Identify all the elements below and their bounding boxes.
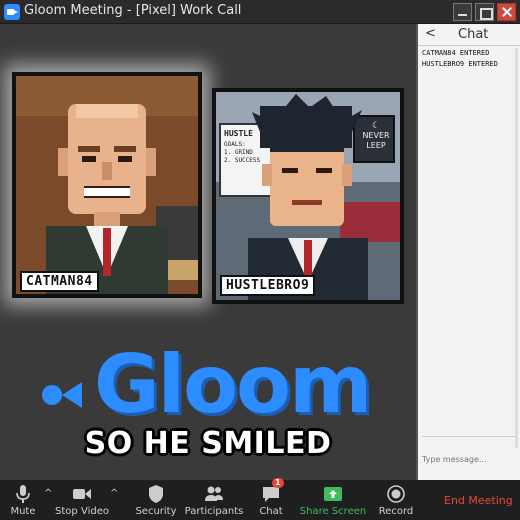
chat-message-input[interactable] [422,436,516,476]
chat-message: CATMAN84 ENTERED [422,49,490,57]
whiteboard-heading: HUSTLE [224,129,253,138]
video-camera-icon [73,489,91,499]
meeting-toolbar: Mute ^ Stop Video ^ Security Participant… [0,478,520,520]
participants-label: Participants [184,506,244,517]
record-button[interactable]: Record [376,480,416,520]
gloom-app-icon [4,4,20,20]
record-label: Record [378,506,414,517]
chat-unread-badge: 1 [272,478,284,488]
chat-panel: < Chat CATMAN84 ENTERED HUSTLEBRO9 ENTER… [416,24,520,480]
close-button[interactable] [497,3,516,21]
participant-name-tag: CATMAN84 [20,271,99,292]
video-area: CATMAN84 HUSTLE GOALS: 1. GRIND 2. SUCCE… [0,24,416,480]
chat-header: < Chat [418,24,520,46]
chat-button[interactable]: 1 Chat [256,478,286,520]
security-label: Security [135,506,177,517]
gloom-logo: Gloom [40,340,380,436]
security-button[interactable]: Security [134,480,178,520]
whiteboard-goals-label: GOALS: [224,141,246,148]
people-icon [205,486,223,501]
chat-message: HUSTLEBRO9 ENTERED [422,60,498,68]
record-icon [387,485,405,503]
microphone-icon [16,485,30,503]
meme-caption: SO HE SMILED [84,426,332,461]
participant-name-tag: HUSTLEBRO9 [220,275,316,296]
chat-message-list: CATMAN84 ENTERED HUSTLEBRO9 ENTERED [422,48,516,70]
bald-man-pixel-avatar [16,76,198,294]
whiteboard-goal-2: 2. SUCCESS [224,157,261,164]
title-bar: Gloom Meeting - [Pixel] Work Call [0,0,520,24]
poster-line-2: LEEP [366,141,386,150]
chat-scrollbar[interactable] [515,48,518,448]
stop-video-label: Stop Video [55,506,109,517]
share-screen-icon [324,487,342,501]
chat-title: Chat [458,27,489,42]
moon-icon: ☾ [371,121,381,131]
chevron-up-icon[interactable]: ^ [44,488,52,499]
window-title: Gloom Meeting - [Pixel] Work Call [24,3,242,18]
minimize-button[interactable] [453,3,472,21]
motivational-poster: ☾ NEVER LEEP [358,122,394,151]
share-screen-button[interactable]: Share Screen [300,480,366,520]
share-screen-label: Share Screen [299,506,367,517]
chevron-left-icon[interactable]: < [425,26,436,41]
maximize-button[interactable] [475,3,494,21]
mute-button[interactable]: Mute [6,480,40,520]
participant-tile-catman84[interactable]: CATMAN84 [12,72,202,298]
participant-tile-hustlebro9[interactable]: HUSTLE GOALS: 1. GRIND 2. SUCCESS ☾ NEVE… [212,88,404,304]
participants-button[interactable]: Participants [184,480,244,520]
shield-icon [149,485,163,503]
chat-label: Chat [259,506,283,517]
chevron-up-icon[interactable]: ^ [110,488,118,499]
stop-video-button[interactable]: Stop Video [55,480,109,520]
poster-line-1: NEVER [362,131,390,140]
end-meeting-button[interactable]: End Meeting [444,494,513,507]
gloom-logo-text: Gloom [94,338,372,431]
mute-label: Mute [10,506,36,517]
whiteboard: HUSTLE GOALS: 1. GRIND 2. SUCCESS [224,128,274,165]
video-camera-logo-icon [42,382,82,408]
whiteboard-goal-1: 1. GRIND [224,149,253,156]
